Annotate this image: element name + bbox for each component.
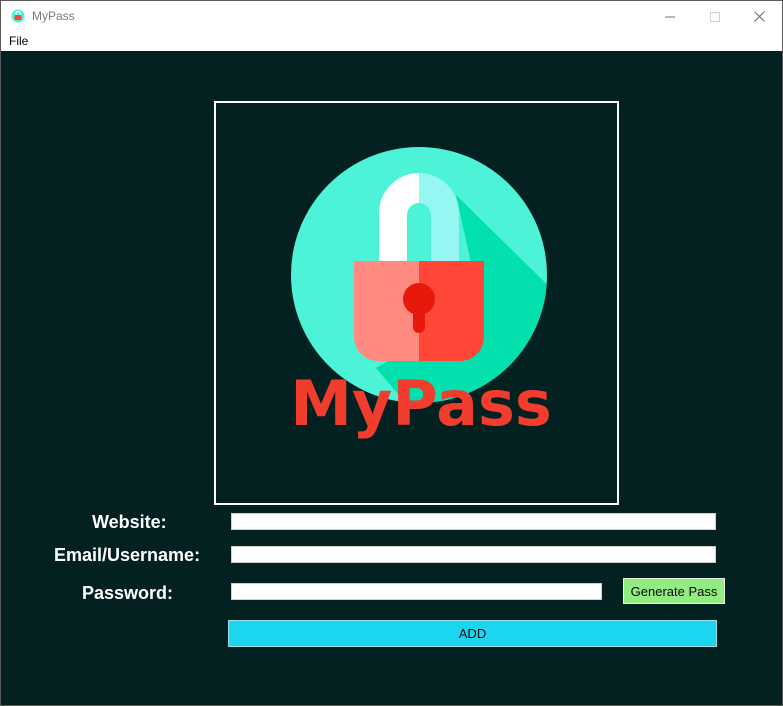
app-window: MyPass File MyPass Website: Email/Userna…: [0, 0, 783, 706]
menu-file[interactable]: File: [9, 34, 28, 48]
website-input[interactable]: [231, 513, 716, 530]
generate-password-button[interactable]: Generate Pass: [623, 578, 725, 604]
window-title: MyPass: [32, 9, 75, 23]
close-button[interactable]: [737, 1, 782, 32]
minimize-button[interactable]: [647, 1, 692, 32]
minimize-icon: [664, 16, 675, 17]
close-icon: [754, 11, 765, 22]
add-button[interactable]: ADD: [228, 620, 717, 647]
logo-canvas: MyPass: [214, 101, 619, 505]
main-content: MyPass Website: Email/Username: Password…: [1, 51, 782, 705]
menu-bar: File: [1, 32, 782, 51]
maximize-icon: [709, 11, 720, 22]
title-bar: MyPass: [1, 1, 782, 32]
lock-logo-icon: [291, 147, 547, 403]
password-label: Password:: [82, 583, 174, 603]
email-input[interactable]: [231, 546, 716, 563]
website-label: Website:: [92, 512, 167, 532]
brand-text: MyPass: [290, 367, 552, 440]
password-input[interactable]: [231, 583, 602, 600]
keyhole-slot: [413, 299, 425, 333]
email-label: Email/Username:: [54, 545, 201, 565]
maximize-button[interactable]: [692, 1, 737, 32]
app-icon: [11, 9, 25, 23]
